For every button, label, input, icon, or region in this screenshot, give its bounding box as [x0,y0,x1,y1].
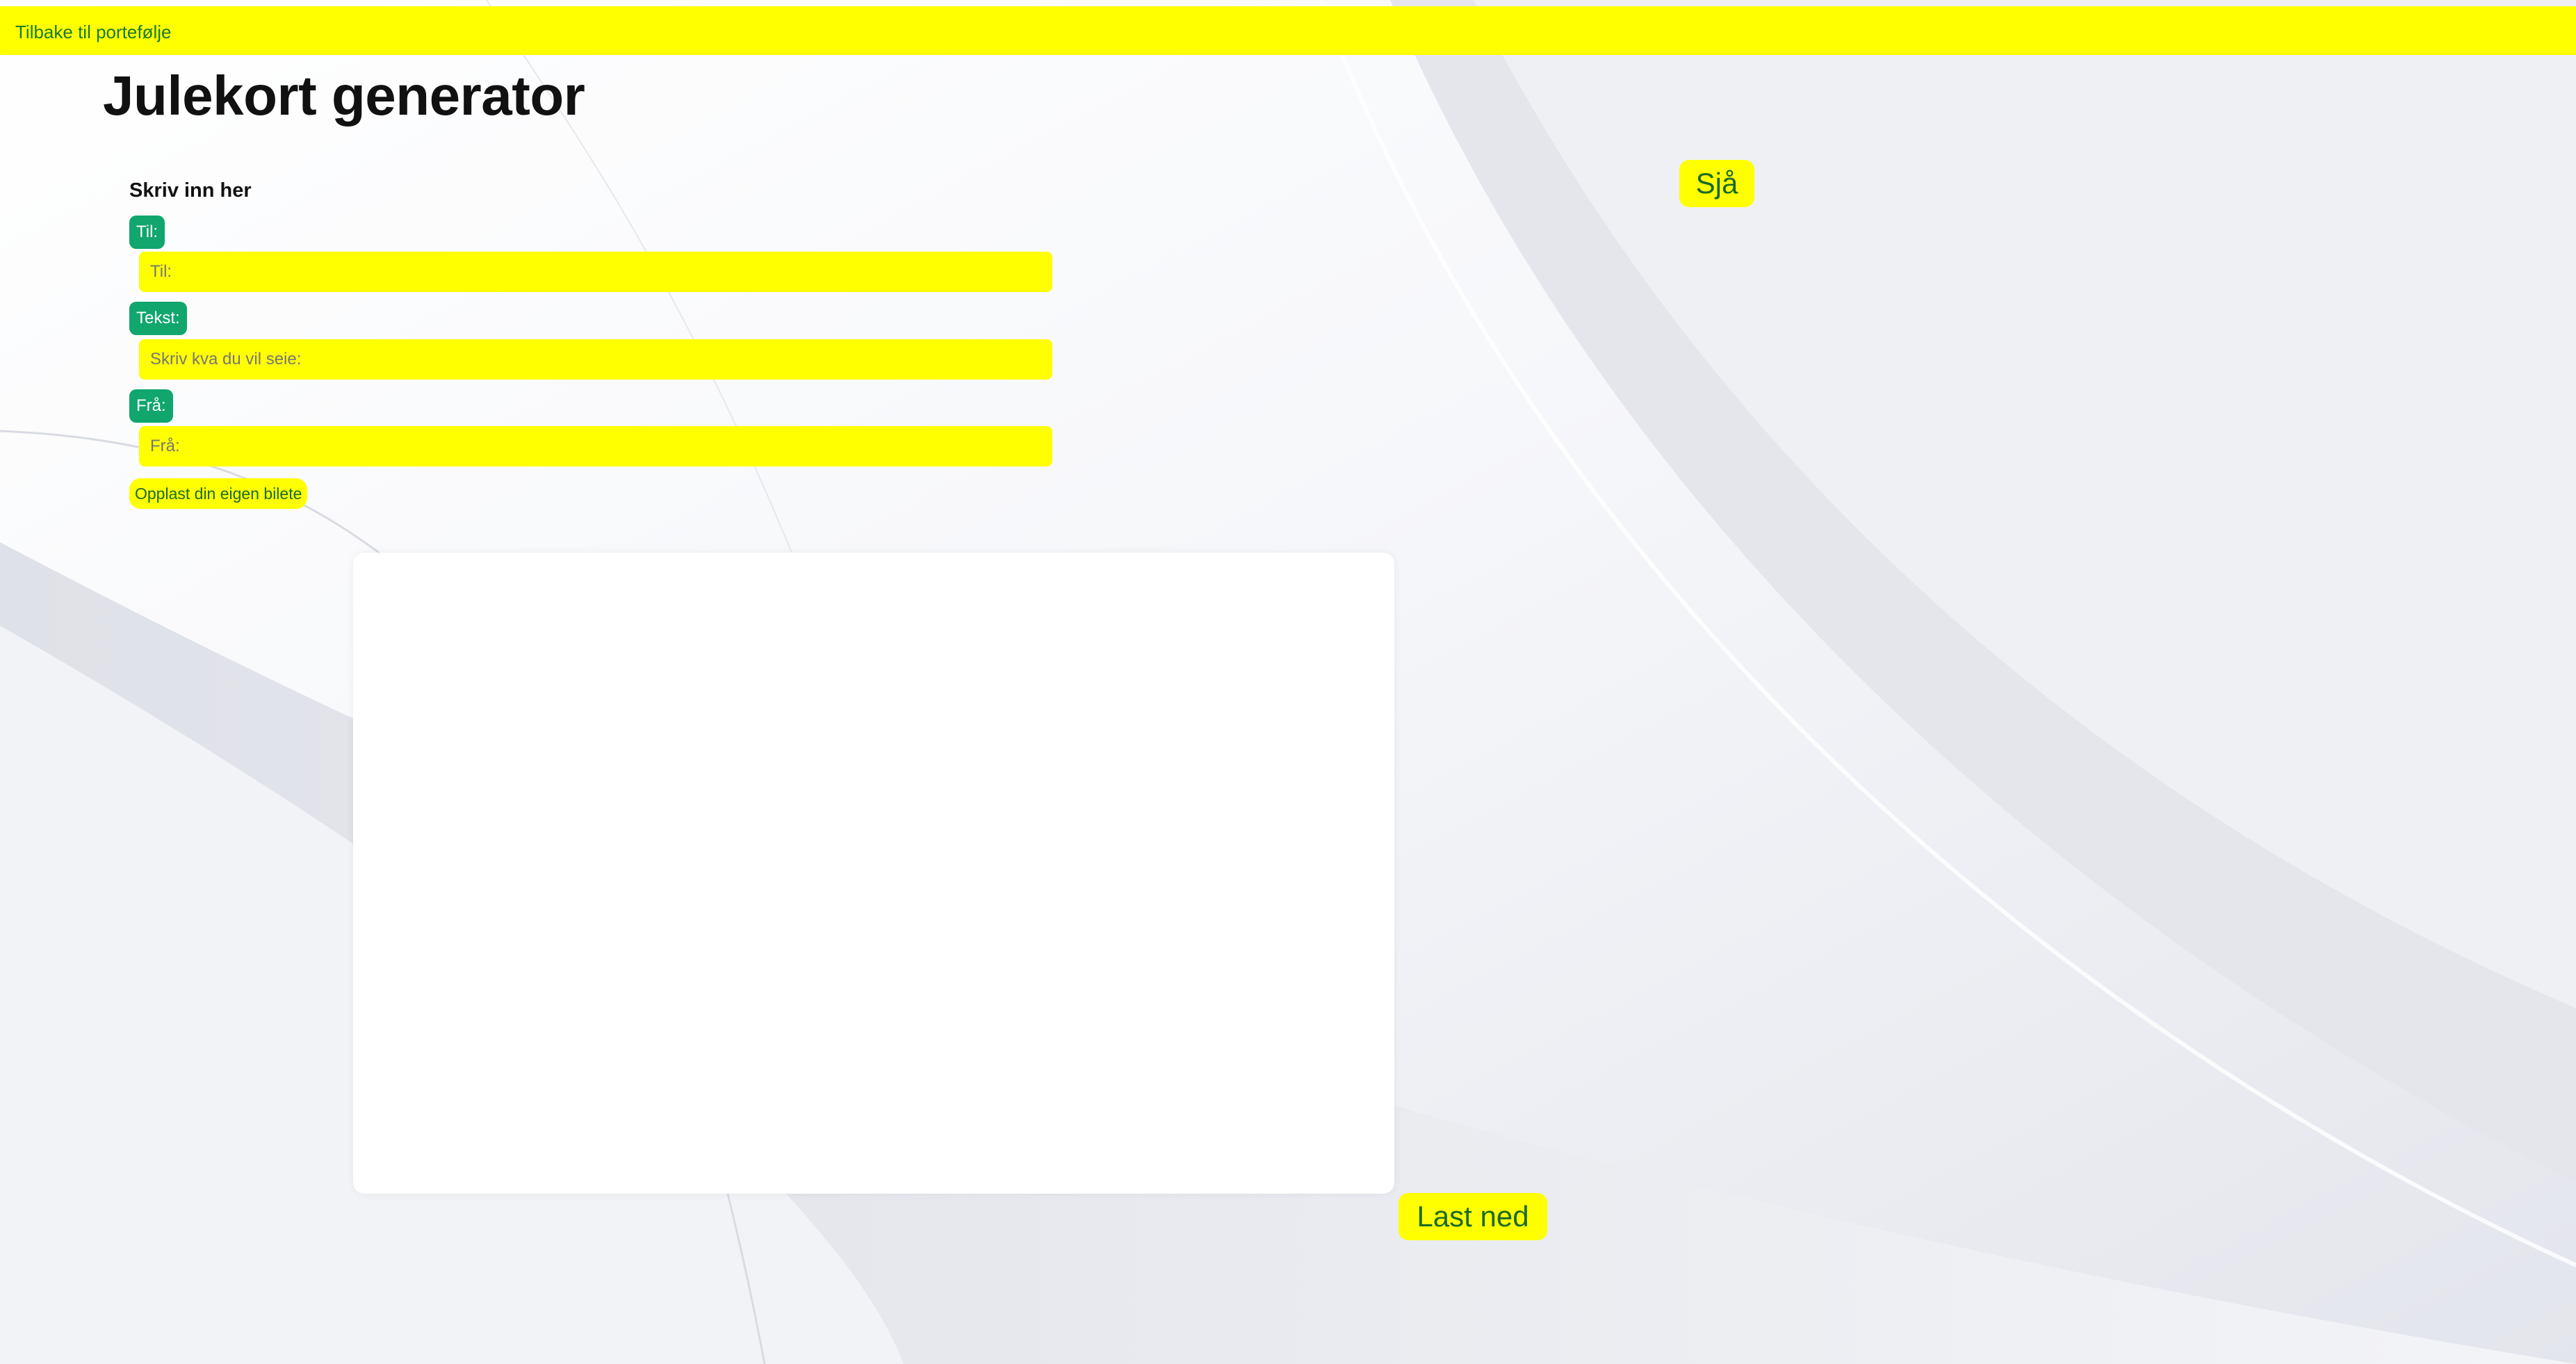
text-label: Tekst: [129,302,187,335]
page-title: Julekort generator [103,65,585,127]
card-preview-canvas [353,553,1394,1194]
preview-button[interactable]: Sjå [1679,160,1754,207]
from-field[interactable] [139,426,1052,466]
from-label: Frå: [129,389,173,423]
to-label: Til: [129,216,165,249]
text-field[interactable] [139,339,1052,380]
upload-image-button[interactable]: Opplast din eigen bilete [129,478,308,509]
to-field[interactable] [139,252,1052,292]
download-button[interactable]: Last ned [1399,1193,1547,1240]
form-heading: Skriv inn her [129,179,252,202]
back-to-portfolio-link[interactable]: Tilbake til portefølje [15,22,171,43]
top-nav-bar: Tilbake til portefølje [0,6,2576,55]
